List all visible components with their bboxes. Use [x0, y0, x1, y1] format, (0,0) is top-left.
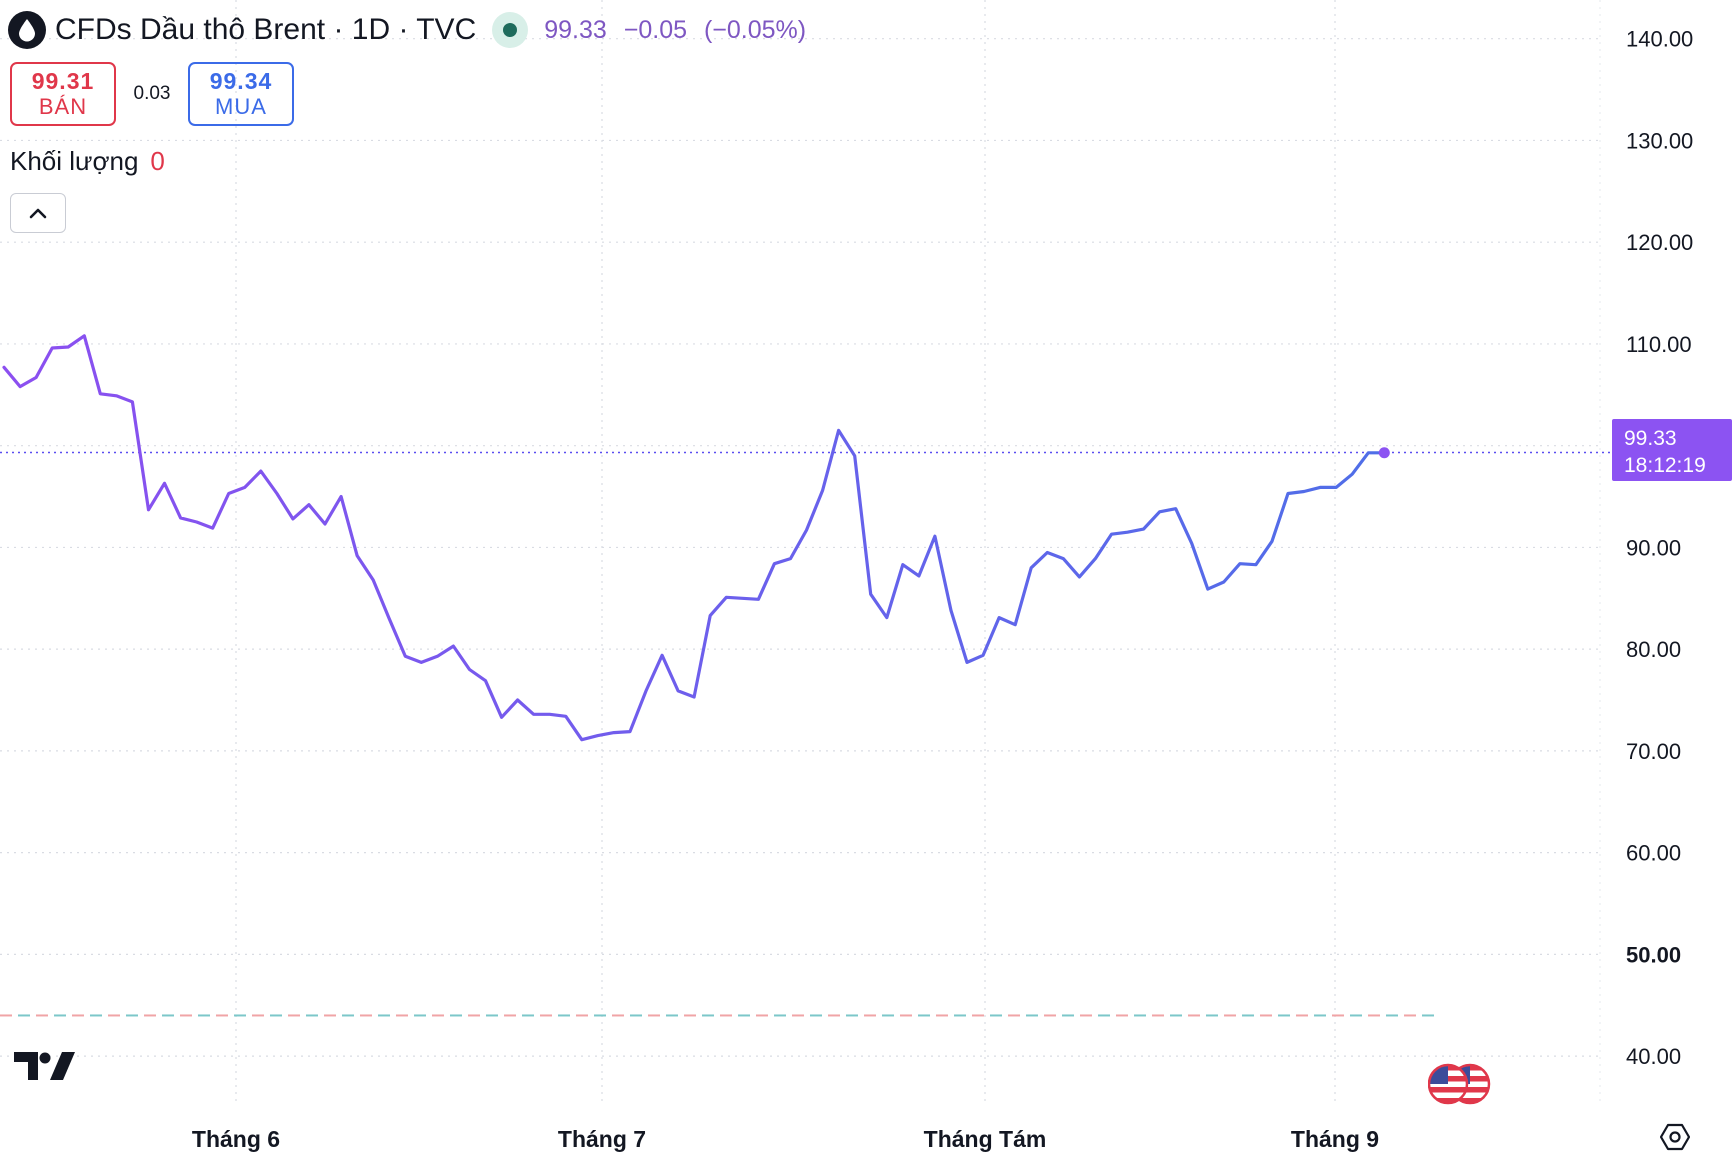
- current-price-tag: 99.33 18:12:19: [1612, 419, 1732, 481]
- quote-summary: 99.33 −0.05 (−0.05%): [544, 16, 816, 45]
- y-tick-label: 80.00: [1626, 637, 1681, 662]
- price-chart[interactable]: 140.00130.00120.00110.00100.0090.0080.00…: [0, 0, 1732, 1164]
- oil-drop-icon: [8, 11, 46, 49]
- volume-value: 0: [150, 146, 165, 176]
- y-tick-label: 90.00: [1626, 535, 1681, 560]
- sell-button[interactable]: 99.31 BÁN: [10, 62, 116, 126]
- settings-icon[interactable]: [1659, 1122, 1691, 1157]
- price-series: [2, 334, 1390, 742]
- y-tick-label: 140.00: [1626, 27, 1693, 52]
- reference-lines: [0, 451, 1612, 1017]
- sell-price: 99.31: [31, 68, 95, 94]
- us-flag-icon[interactable]: [1427, 1062, 1492, 1111]
- y-tick-label: 130.00: [1626, 128, 1693, 153]
- spread-value: 0.03: [133, 83, 171, 104]
- current-price-tag-price: 99.33: [1624, 427, 1677, 450]
- y-tick-label: 120.00: [1626, 230, 1693, 255]
- y-tick-label: 40.00: [1626, 1044, 1681, 1069]
- sell-label: BÁN: [38, 94, 88, 119]
- volume-label: Khối lượng: [10, 146, 139, 176]
- volume-legend[interactable]: Khối lượng 0: [10, 146, 165, 177]
- chevron-up-icon: [29, 208, 47, 219]
- buy-price: 99.34: [209, 68, 273, 94]
- last-price-point: [1378, 447, 1390, 459]
- y-tick-label: 110.00: [1626, 332, 1692, 357]
- price-change: −0.05: [623, 15, 688, 44]
- x-tick-label: Tháng 6: [192, 1126, 280, 1152]
- buy-label: MUA: [215, 94, 267, 119]
- price-change-percent: (−0.05%): [703, 15, 807, 44]
- last-price: 99.33: [544, 15, 607, 44]
- buy-button[interactable]: 99.34 MUA: [188, 62, 294, 126]
- y-tick-label: 60.00: [1626, 841, 1681, 866]
- market-status-dot: [503, 23, 518, 37]
- bid-ask-panel: 99.31 BÁN 0.03 99.34 MUA: [10, 62, 294, 126]
- x-tick-label: Tháng 9: [1291, 1126, 1379, 1152]
- chart-header: CFDs Dầu thô Brent · 1D · TVC 99.33 −0.0…: [8, 8, 816, 52]
- y-tick-label: 70.00: [1626, 739, 1681, 764]
- market-status-icon[interactable]: [492, 12, 529, 48]
- x-tick-label: Tháng 7: [558, 1126, 646, 1152]
- chart-axes: 140.00130.00120.00110.00100.0090.0080.00…: [192, 27, 1693, 1152]
- x-tick-label: Tháng Tám: [924, 1126, 1047, 1152]
- y-tick-label: 50.00: [1626, 942, 1681, 967]
- tradingview-logo-icon[interactable]: [14, 1050, 76, 1087]
- price-line: [2, 334, 1386, 742]
- collapse-legend-button[interactable]: [10, 193, 66, 233]
- symbol-title[interactable]: CFDs Dầu thô Brent · 1D · TVC: [55, 13, 476, 47]
- current-price-tag-countdown: 18:12:19: [1624, 454, 1706, 477]
- chart-grid: [0, 0, 1601, 1105]
